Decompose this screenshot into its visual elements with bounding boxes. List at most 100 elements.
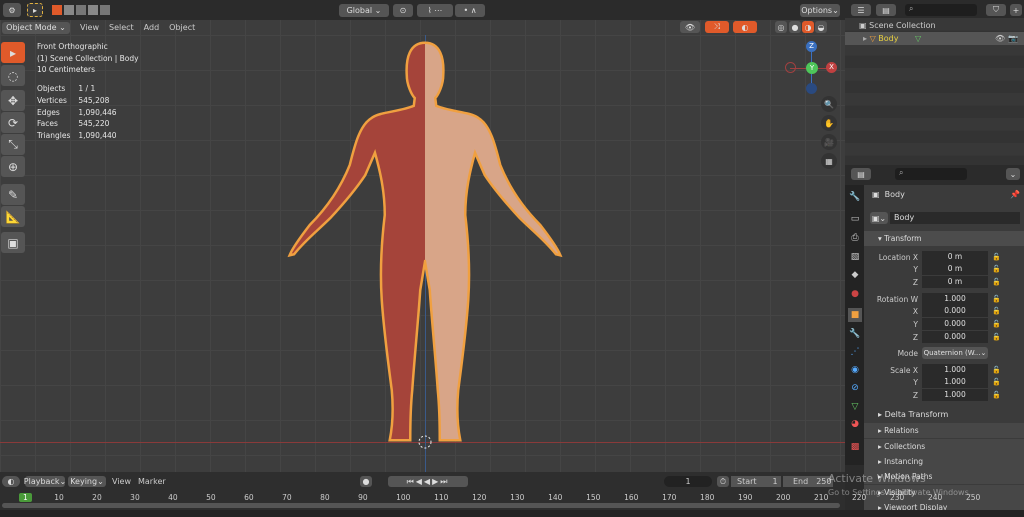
frame-tick-label[interactable]: 120: [472, 493, 486, 502]
lock-icon[interactable]: 🔓: [992, 253, 1001, 261]
location-z-field[interactable]: 0 m: [922, 276, 988, 288]
lock-icon[interactable]: 🔓: [992, 320, 1001, 328]
frame-tick-label[interactable]: 140: [548, 493, 562, 502]
outliner-editor-type-icon[interactable]: ☰: [851, 4, 871, 16]
start-frame-field[interactable]: Start 1: [731, 476, 781, 487]
lock-icon[interactable]: 🔓: [992, 278, 1001, 286]
measure-tool-icon[interactable]: 📐: [1, 206, 25, 227]
marker-menu[interactable]: Marker: [138, 477, 166, 486]
scale-x-field[interactable]: 1.000: [922, 364, 988, 376]
scale-tool-icon[interactable]: ⤡: [1, 134, 25, 155]
options-button[interactable]: Options ⌄: [800, 4, 840, 17]
frame-tick-label[interactable]: 150: [586, 493, 600, 502]
visibility-icon[interactable]: 👁: [680, 21, 700, 33]
frame-tick-label[interactable]: 100: [396, 493, 410, 502]
frame-tick-label[interactable]: 20: [92, 493, 102, 502]
human-body-model[interactable]: [280, 40, 570, 450]
end-frame-field[interactable]: End 250: [783, 476, 833, 487]
frame-tick-label[interactable]: 30: [130, 493, 140, 502]
frame-tick-label[interactable]: 110: [434, 493, 448, 502]
render-camera-icon[interactable]: 📷: [1008, 32, 1018, 45]
transform-panel-header[interactable]: ▾ Transform: [864, 231, 1024, 246]
shading-rendered-icon[interactable]: ◒: [815, 21, 827, 33]
frame-tick-label[interactable]: 70: [282, 493, 292, 502]
overlay-toggle-icon[interactable]: ◐: [733, 21, 757, 33]
playback-menu[interactable]: Playback ⌄: [24, 476, 66, 487]
lock-icon[interactable]: 🔓: [992, 265, 1001, 273]
pin-icon[interactable]: 📌: [1010, 190, 1020, 199]
shading-solid-icon[interactable]: ●: [789, 21, 801, 33]
frame-tick-label[interactable]: 50: [206, 493, 216, 502]
lock-icon[interactable]: 🔓: [992, 366, 1001, 374]
gizmo-neg-x-axis[interactable]: [785, 62, 796, 73]
proportional-edit-icon[interactable]: • ∧: [455, 4, 485, 17]
rotation-w-field[interactable]: 1.000: [922, 293, 988, 305]
frame-tick-label[interactable]: 130: [510, 493, 524, 502]
shading-material-icon[interactable]: ◑: [802, 21, 814, 33]
output-tab-icon[interactable]: ⎙: [848, 231, 862, 245]
current-frame-marker[interactable]: 1: [19, 493, 32, 502]
annotate-tool-icon[interactable]: ✎: [1, 184, 25, 205]
display-mode-icon[interactable]: ▤: [876, 4, 896, 16]
menu-object[interactable]: Object: [169, 23, 195, 32]
frame-tick-label[interactable]: 200: [776, 493, 790, 502]
eye-icon[interactable]: 👁: [995, 32, 1005, 45]
outliner-item-body[interactable]: ▸ ▽ Body ▽ 👁 📷: [845, 32, 1024, 45]
material-tab-icon[interactable]: ◕: [848, 417, 862, 431]
outliner-search-input[interactable]: ⌕: [905, 4, 977, 16]
transform-tool-icon[interactable]: ⊕: [1, 156, 25, 177]
delta-transform-header[interactable]: ▸ Delta Transform: [878, 410, 948, 419]
frame-tick-label[interactable]: 60: [244, 493, 254, 502]
frame-tick-label[interactable]: 40: [168, 493, 178, 502]
select-tool-icon[interactable]: ▸: [27, 3, 43, 17]
select-mode-extend-icon[interactable]: [64, 5, 74, 15]
transform-orientation-select[interactable]: Global ⌄: [339, 4, 389, 17]
rotation-x-field[interactable]: 0.000: [922, 305, 988, 317]
collections-panel-header[interactable]: ▸ Collections: [864, 439, 1024, 454]
texture-tab-icon[interactable]: ▩: [848, 440, 862, 454]
frame-tick-label[interactable]: 180: [700, 493, 714, 502]
data-tab-icon[interactable]: ▽: [848, 400, 862, 414]
rotate-tool-icon[interactable]: ⟳: [1, 112, 25, 133]
frame-tick-label[interactable]: 10: [54, 493, 64, 502]
menu-add[interactable]: Add: [144, 23, 160, 32]
select-mode-subtract-icon[interactable]: [76, 5, 86, 15]
add-cube-tool-icon[interactable]: ▣: [1, 232, 25, 253]
zoom-icon[interactable]: 🔍: [821, 96, 837, 112]
expand-icon[interactable]: ▸: [863, 34, 867, 43]
menu-select[interactable]: Select: [109, 23, 134, 32]
gizmo-toggle-icon[interactable]: ⤨: [705, 21, 729, 33]
frame-tick-label[interactable]: 210: [814, 493, 828, 502]
location-x-field[interactable]: 0 m: [922, 251, 988, 263]
relations-panel-header[interactable]: ▸ Relations: [864, 423, 1024, 438]
ortho-grid-icon[interactable]: ▦: [821, 153, 837, 169]
menu-view[interactable]: View: [80, 23, 99, 32]
timeline-scrollbar[interactable]: [2, 503, 840, 508]
gizmo-y-axis[interactable]: Y: [806, 62, 818, 74]
shading-wireframe-icon[interactable]: ◎: [775, 21, 787, 33]
gizmo-z-axis[interactable]: Z: [806, 41, 817, 52]
scene-collection-row[interactable]: ▣ Scene Collection: [859, 21, 936, 30]
snap-icon[interactable]: ⌇ ⋯: [417, 4, 453, 17]
object-name-field[interactable]: Body: [890, 212, 1020, 224]
timeline-view-menu[interactable]: View: [112, 477, 131, 486]
frame-tick-label[interactable]: 160: [624, 493, 638, 502]
lock-icon[interactable]: 🔓: [992, 333, 1001, 341]
pivot-point-icon[interactable]: ⊙: [393, 4, 413, 17]
object-type-icon[interactable]: ▣⌄: [870, 212, 888, 224]
filter-icon[interactable]: ⛉: [986, 4, 1006, 16]
frame-tick-label[interactable]: 190: [738, 493, 752, 502]
rotation-mode-select[interactable]: Quaternion (W... ⌄: [922, 347, 988, 359]
camera-icon[interactable]: 🎥: [821, 134, 837, 150]
select-mode-intersect-icon[interactable]: [100, 5, 110, 15]
scale-z-field[interactable]: 1.000: [922, 389, 988, 401]
frame-tick-label[interactable]: 170: [662, 493, 676, 502]
tool-tab-icon[interactable]: 🔧: [848, 190, 862, 204]
rotation-y-field[interactable]: 0.000: [922, 318, 988, 330]
current-frame-field[interactable]: 1: [664, 476, 712, 487]
properties-options-icon[interactable]: ⌄: [1006, 168, 1020, 180]
record-icon[interactable]: ●: [360, 476, 372, 487]
scale-y-field[interactable]: 1.000: [922, 376, 988, 388]
gizmo-x-axis[interactable]: X: [826, 62, 837, 73]
stopwatch-icon[interactable]: ⏱: [717, 476, 729, 487]
